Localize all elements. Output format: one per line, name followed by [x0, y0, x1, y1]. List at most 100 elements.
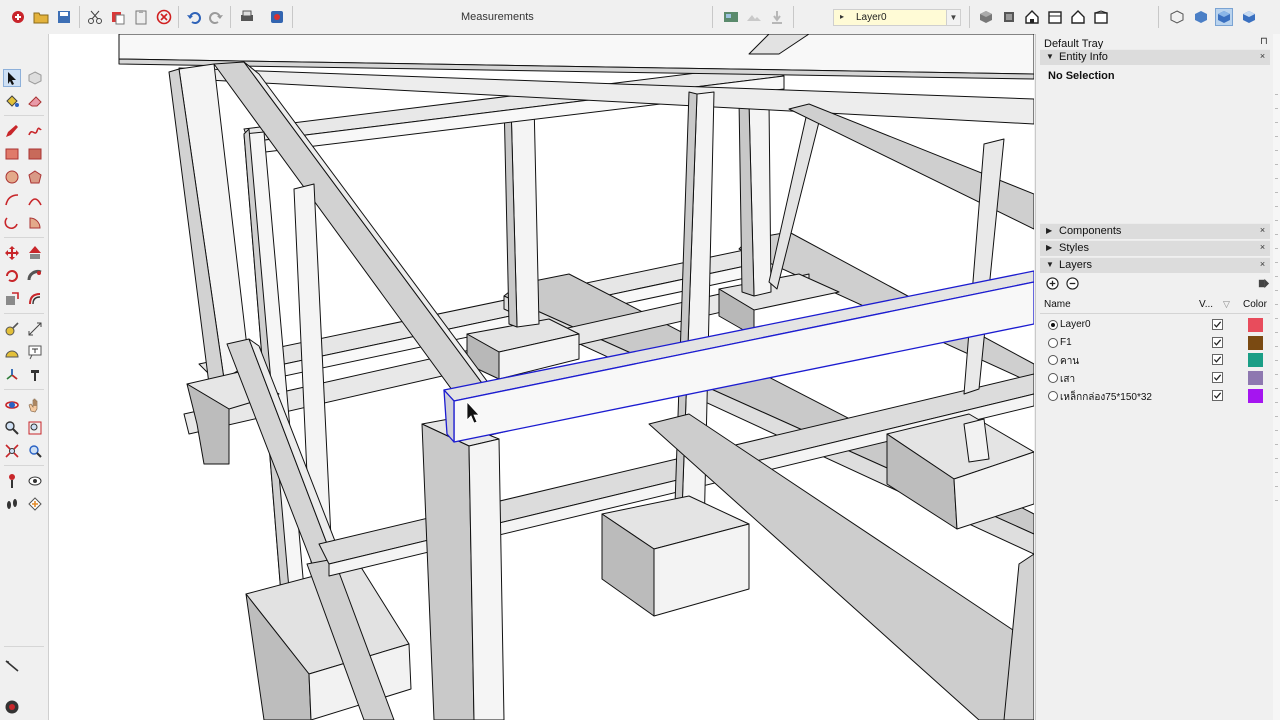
modeling-viewport[interactable]: [49, 34, 1034, 720]
layer-row[interactable]: Layer0: [1044, 317, 1270, 334]
protractor-icon[interactable]: [3, 343, 21, 361]
delete-layer-icon[interactable]: [1066, 277, 1079, 290]
rotate-icon[interactable]: [3, 267, 21, 285]
layer-name[interactable]: คาน: [1060, 354, 1079, 369]
pin-icon[interactable]: ⊓: [1260, 36, 1268, 47]
active-layer-radio[interactable]: [1048, 337, 1058, 348]
layer-row[interactable]: เสา: [1044, 370, 1270, 387]
shaded-textures-icon[interactable]: [1240, 8, 1258, 26]
layer-row[interactable]: เหล็กกล่อง75*150*32: [1044, 388, 1270, 405]
layer-visible-checkbox[interactable]: [1212, 319, 1223, 330]
panel-header-layers[interactable]: ▼ Layers ×: [1040, 257, 1270, 273]
layer-color-swatch[interactable]: [1248, 388, 1263, 403]
layer-row[interactable]: F1: [1044, 335, 1270, 352]
column-header-visible[interactable]: V...: [1199, 299, 1213, 310]
sandbox-icon[interactable]: [3, 656, 21, 674]
details-arrow-icon[interactable]: [1257, 277, 1270, 290]
paint-bucket-icon[interactable]: [3, 92, 21, 110]
zoom-extents-icon[interactable]: [3, 442, 21, 460]
section-plane-icon[interactable]: [26, 495, 44, 513]
layer-visible-checkbox[interactable]: [1212, 336, 1223, 348]
print-icon[interactable]: [238, 8, 256, 26]
column-header-color[interactable]: Color: [1243, 299, 1267, 310]
active-layer-radio[interactable]: [1048, 390, 1058, 401]
position-camera-icon[interactable]: [3, 472, 21, 490]
warehouse-icon[interactable]: [3, 698, 21, 716]
close-icon[interactable]: ×: [1258, 260, 1267, 269]
add-layer-icon[interactable]: [1046, 277, 1059, 290]
layer-visible-checkbox[interactable]: [1212, 389, 1223, 401]
layer-color-swatch[interactable]: [1248, 318, 1263, 332]
3d-text-icon[interactable]: [26, 366, 44, 384]
left-view-icon[interactable]: [1092, 8, 1110, 26]
push-pull-icon[interactable]: [26, 244, 44, 262]
active-layer-radio[interactable]: [1048, 320, 1058, 330]
layer-visible-checkbox[interactable]: [1212, 372, 1223, 384]
circle-icon[interactable]: [3, 168, 21, 186]
polygon-icon[interactable]: [26, 168, 44, 186]
offset-icon[interactable]: [26, 290, 44, 308]
cut-icon[interactable]: [86, 8, 104, 26]
layer-color-swatch[interactable]: [1248, 335, 1263, 350]
layer-color-swatch[interactable]: [1248, 353, 1263, 368]
layer-row[interactable]: คาน: [1044, 352, 1270, 369]
redo-icon[interactable]: [207, 8, 225, 26]
look-around-icon[interactable]: [26, 472, 44, 490]
add-location-icon[interactable]: [722, 8, 740, 26]
tape-measure-icon[interactable]: [3, 320, 21, 338]
xray-icon[interactable]: [1168, 8, 1186, 26]
panel-header-styles[interactable]: ▶ Styles ×: [1040, 240, 1270, 256]
shaded-icon[interactable]: [1215, 8, 1233, 26]
arc-icon[interactable]: [3, 191, 21, 209]
wireframe-icon[interactable]: [1192, 8, 1210, 26]
axes-icon[interactable]: [3, 366, 21, 384]
tray-scrollbar[interactable]: [1273, 34, 1280, 720]
close-icon[interactable]: ×: [1258, 52, 1267, 61]
scale-icon[interactable]: [3, 290, 21, 308]
zoom-window-icon[interactable]: [26, 419, 44, 437]
select-icon[interactable]: [3, 69, 21, 87]
previous-view-icon[interactable]: [26, 442, 44, 460]
pie-icon[interactable]: [26, 214, 44, 232]
orbit-icon[interactable]: [3, 396, 21, 414]
freehand-icon[interactable]: [26, 122, 44, 140]
active-layer-radio[interactable]: [1048, 373, 1058, 384]
layer-visible-checkbox[interactable]: [1212, 354, 1223, 366]
layer-name[interactable]: เหล็กกล่อง75*150*32: [1060, 390, 1152, 405]
follow-me-icon[interactable]: [26, 267, 44, 285]
undo-icon[interactable]: [185, 8, 203, 26]
zoom-icon[interactable]: [3, 419, 21, 437]
active-layer-radio[interactable]: [1048, 355, 1058, 366]
top-view-icon[interactable]: [1000, 8, 1018, 26]
back-view-icon[interactable]: [1069, 8, 1087, 26]
erase-icon[interactable]: [155, 8, 173, 26]
two-point-arc-icon[interactable]: [26, 191, 44, 209]
iso-view-icon[interactable]: [977, 8, 995, 26]
photo-texture-icon[interactable]: [768, 8, 786, 26]
layer-color-swatch[interactable]: [1248, 371, 1263, 386]
model-info-icon-2[interactable]: [268, 8, 286, 26]
model-info-icon[interactable]: [9, 8, 27, 26]
right-view-icon[interactable]: [1046, 8, 1064, 26]
pan-icon[interactable]: [26, 396, 44, 414]
rotated-rectangle-icon[interactable]: [26, 145, 44, 163]
walk-icon[interactable]: [3, 495, 21, 513]
text-icon[interactable]: [26, 343, 44, 361]
front-view-icon[interactable]: [1023, 8, 1041, 26]
save-icon[interactable]: [55, 8, 73, 26]
open-icon[interactable]: [32, 8, 50, 26]
make-component-icon[interactable]: [26, 69, 44, 87]
layer-name[interactable]: Layer0: [1060, 319, 1091, 330]
close-icon[interactable]: ×: [1258, 243, 1267, 252]
layer-name[interactable]: F1: [1060, 337, 1072, 348]
close-icon[interactable]: ×: [1258, 226, 1267, 235]
layer-name[interactable]: เสา: [1060, 372, 1075, 387]
copy-icon[interactable]: [109, 8, 127, 26]
chevron-down-icon[interactable]: ▼: [946, 10, 960, 25]
toggle-terrain-icon[interactable]: [745, 8, 763, 26]
dimension-icon[interactable]: [26, 320, 44, 338]
layer-selector[interactable]: ▸ Layer0 ▼: [833, 9, 961, 26]
column-header-name[interactable]: Name: [1044, 299, 1071, 310]
rectangle-icon[interactable]: [3, 145, 21, 163]
panel-header-entity-info[interactable]: ▼ Entity Info ×: [1040, 49, 1270, 65]
